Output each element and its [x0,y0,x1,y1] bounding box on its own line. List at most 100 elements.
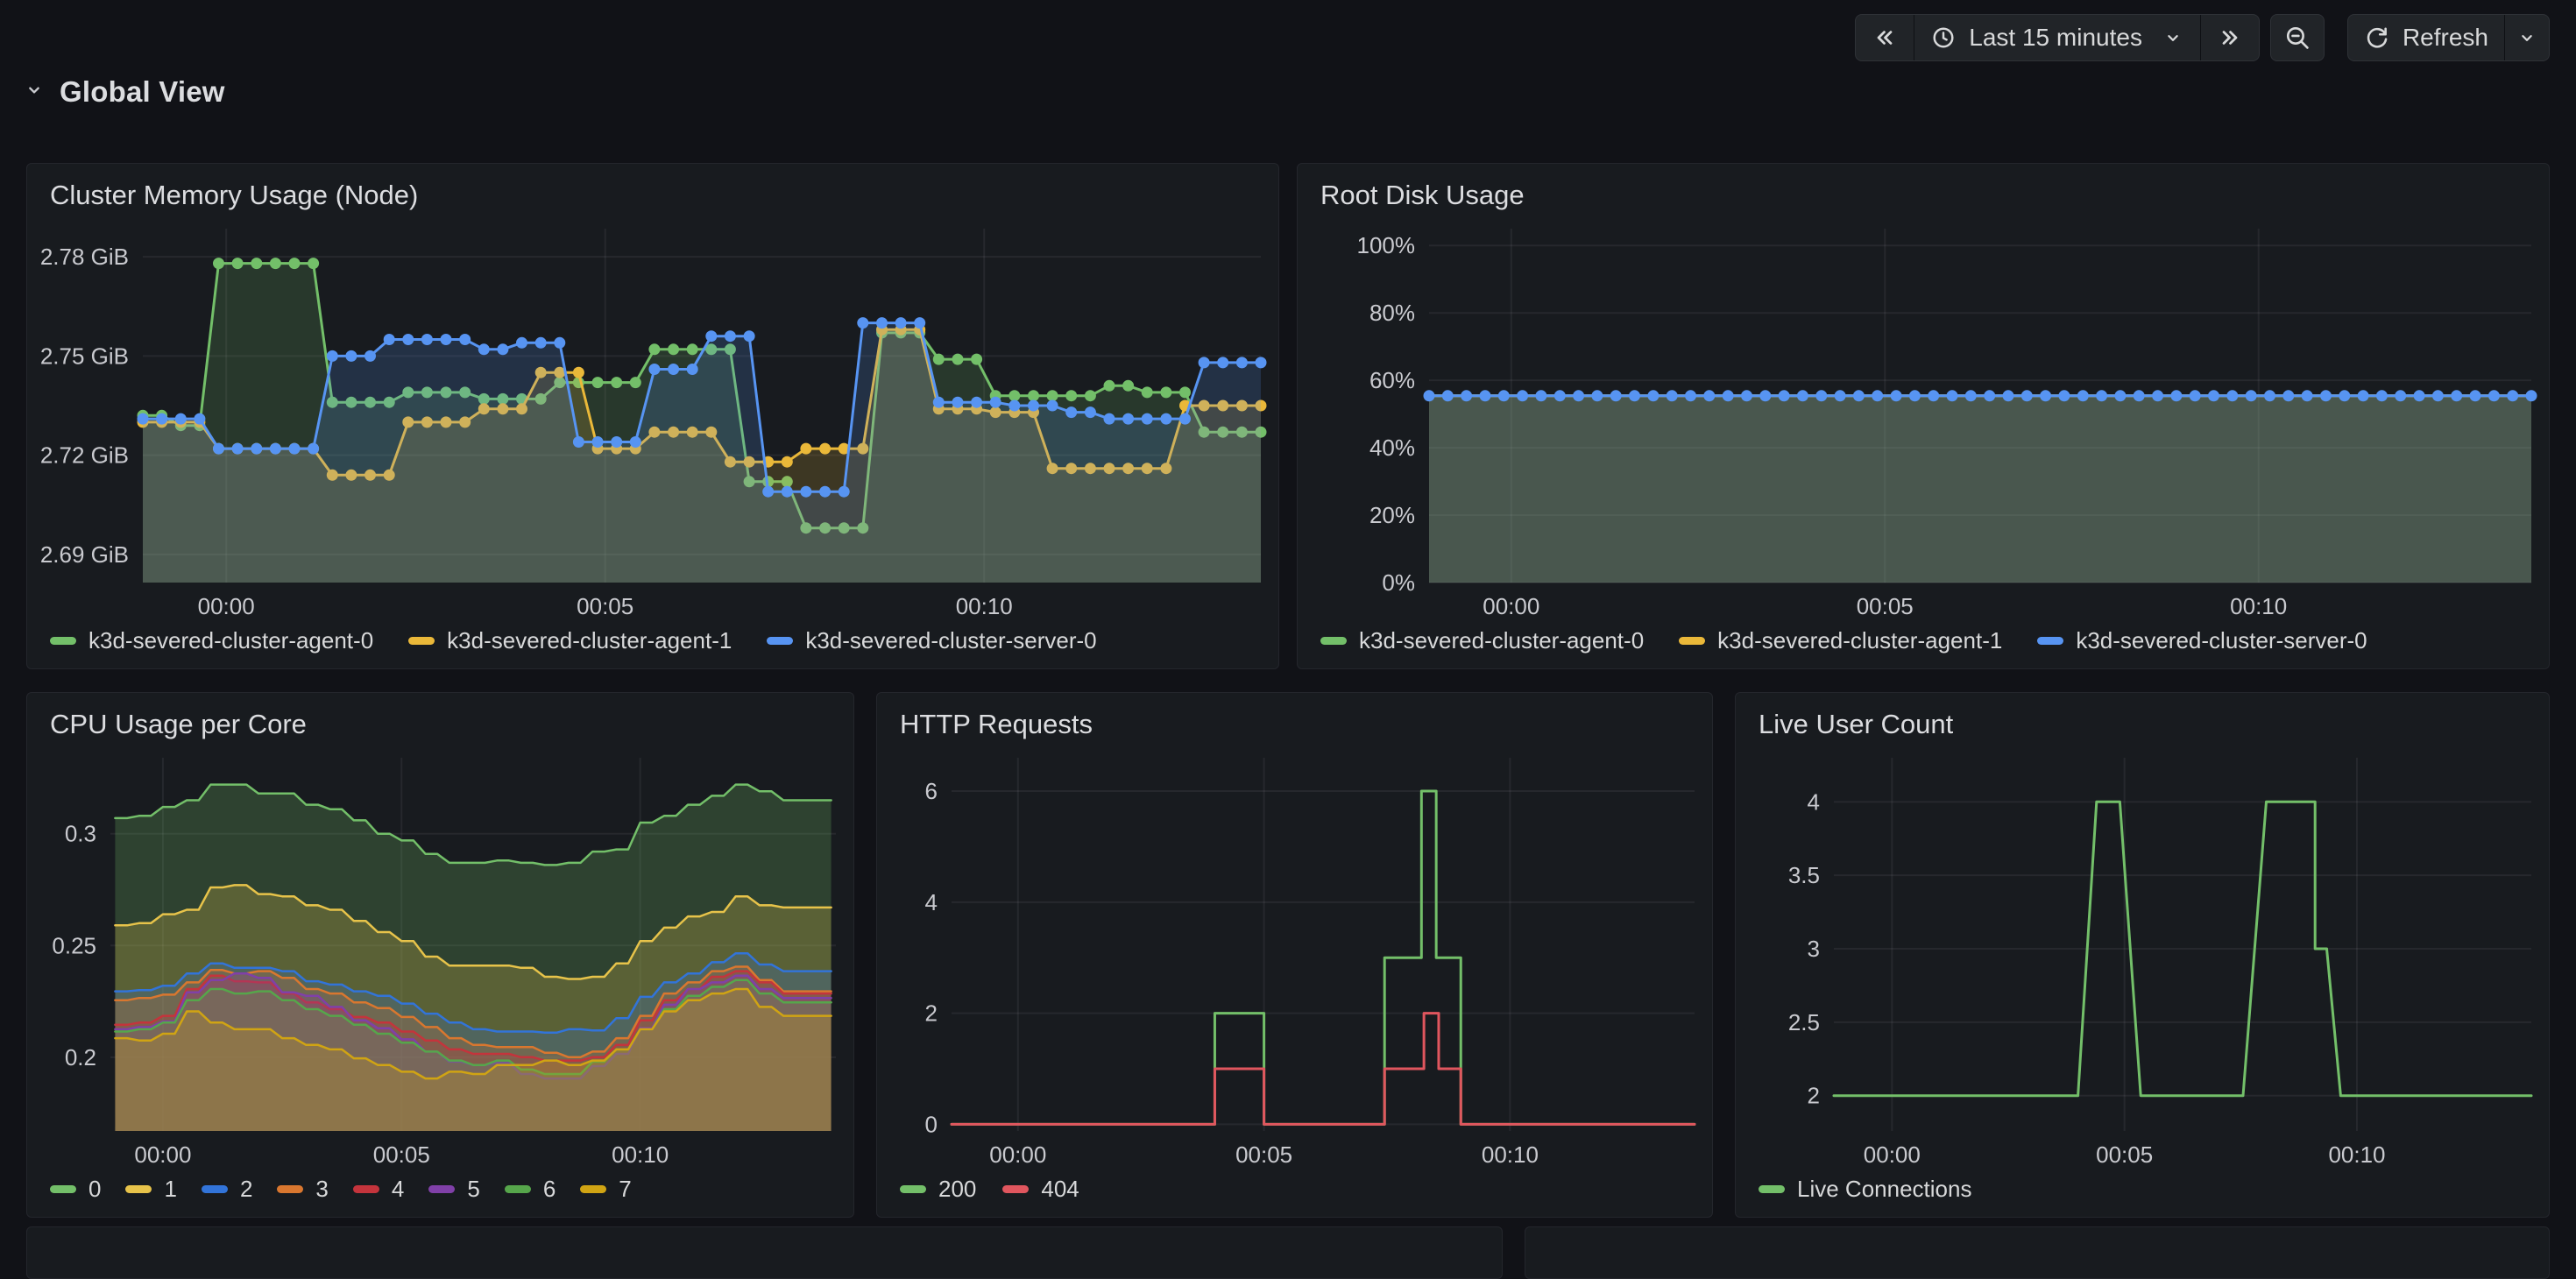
legend: 200 404 [877,1169,1712,1208]
legend-item[interactable]: 7 [580,1176,631,1203]
refresh-group: Refresh [2347,14,2550,61]
legend-item[interactable]: 200 [900,1176,976,1203]
legend-label: k3d-severed-cluster-server-0 [2076,627,2367,654]
legend-item[interactable]: 0 [50,1176,101,1203]
legend-label: 2 [240,1176,252,1203]
legend: 0 1 2 3 4 5 6 7 [27,1169,853,1208]
svg-text:2: 2 [925,1000,938,1027]
zoom-out-button[interactable] [2271,15,2324,60]
svg-text:2.75 GiB: 2.75 GiB [40,343,129,369]
legend-item[interactable]: k3d-severed-cluster-agent-1 [1679,627,2002,654]
legend-item[interactable]: k3d-severed-cluster-server-0 [2037,627,2367,654]
legend-item[interactable]: Live Connections [1759,1176,1971,1203]
svg-text:2: 2 [1808,1083,1820,1109]
double-chevron-left-icon [1872,25,1898,51]
refresh-label: Refresh [2403,24,2488,52]
svg-text:00:05: 00:05 [1235,1141,1292,1168]
svg-text:00:05: 00:05 [1857,593,1914,619]
svg-text:00:10: 00:10 [956,593,1013,619]
panel-partial-right [1525,1226,2550,1279]
legend-swatch [1002,1185,1029,1193]
svg-text:4: 4 [1808,788,1820,815]
svg-text:00:05: 00:05 [373,1141,430,1168]
svg-text:00:10: 00:10 [2328,1141,2385,1168]
svg-text:4: 4 [925,889,938,915]
svg-text:0: 0 [925,1111,938,1137]
panel-live-user-count: Live User Count 22.533.5400:0000:0500:10… [1735,692,2550,1218]
legend-label: 0 [88,1176,101,1203]
svg-text:3: 3 [1808,936,1820,962]
panel-title: HTTP Requests [877,705,1712,744]
legend-swatch [50,1185,76,1193]
svg-text:00:00: 00:00 [198,593,255,619]
refresh-button[interactable]: Refresh [2348,15,2504,60]
chart-cluster-memory[interactable]: 2.69 GiB2.72 GiB2.75 GiB2.78 GiB00:0000:… [27,215,1273,621]
legend-item[interactable]: k3d-severed-cluster-server-0 [767,627,1096,654]
legend-label: 4 [392,1176,404,1203]
svg-text:00:00: 00:00 [134,1141,191,1168]
legend-swatch [580,1185,606,1193]
legend-label: k3d-severed-cluster-agent-0 [88,627,373,654]
svg-text:100%: 100% [1357,232,1416,258]
legend: k3d-severed-cluster-agent-0 k3d-severed-c… [27,621,1278,660]
svg-text:00:10: 00:10 [1482,1141,1539,1168]
legend-swatch [353,1185,379,1193]
legend-item[interactable]: 1 [125,1176,176,1203]
time-range-label: Last 15 minutes [1969,24,2142,52]
legend-label: k3d-severed-cluster-agent-1 [447,627,732,654]
legend-swatch [125,1185,152,1193]
legend-swatch [900,1185,926,1193]
chart-root-disk[interactable]: 0%20%40%60%80%100%00:0000:0500:10 [1298,215,2544,621]
legend-item[interactable]: 2 [202,1176,252,1203]
legend-label: 5 [467,1176,479,1203]
legend-item[interactable]: k3d-severed-cluster-agent-0 [50,627,373,654]
dashboard-toolbar: Last 15 minutes Refresh [1855,14,2550,61]
svg-text:00:00: 00:00 [1864,1141,1921,1168]
legend-label: 6 [543,1176,556,1203]
legend-item[interactable]: 5 [428,1176,479,1203]
refresh-interval-dropdown[interactable] [2504,15,2549,60]
chart-http-requests[interactable]: 0 2 4 6 00:00 00:05 00:10 [877,744,1707,1169]
svg-text:00:10: 00:10 [2230,593,2287,619]
svg-text:00:00: 00:00 [1483,593,1539,619]
dashboard-grid: Cluster Memory Usage (Node) 2.69 GiB2.72… [26,163,2550,1279]
legend-item[interactable]: 6 [505,1176,556,1203]
svg-text:00:05: 00:05 [2096,1141,2153,1168]
legend-item[interactable]: 404 [1002,1176,1079,1203]
chevron-down-icon [23,79,46,106]
legend-item[interactable]: k3d-severed-cluster-agent-0 [1320,627,1644,654]
panel-root-disk: Root Disk Usage 0%20%40%60%80%100%00:000… [1297,163,2550,669]
panel-title: Live User Count [1736,705,2549,744]
legend-label: 404 [1041,1176,1079,1203]
panel-partial-left [26,1226,1503,1279]
clock-icon [1930,25,1957,51]
chart-cpu-per-core[interactable]: 0.20.250.300:0000:0500:10 [27,744,848,1169]
panel-title: Root Disk Usage [1298,176,2549,215]
svg-text:00:00: 00:00 [989,1141,1046,1168]
legend-item[interactable]: 3 [277,1176,328,1203]
legend-label: 1 [164,1176,176,1203]
legend-swatch [1320,637,1347,645]
time-range-button[interactable]: Last 15 minutes [1914,15,2200,60]
svg-text:20%: 20% [1369,502,1415,528]
legend-label: 3 [315,1176,328,1203]
time-shift-back-button[interactable] [1856,15,1914,60]
legend-swatch [50,637,76,645]
legend-swatch [428,1185,455,1193]
legend-label: 200 [938,1176,976,1203]
legend-item[interactable]: k3d-severed-cluster-agent-1 [408,627,732,654]
svg-text:6: 6 [925,778,938,804]
legend-label: k3d-severed-cluster-agent-0 [1359,627,1644,654]
legend-label: 7 [619,1176,631,1203]
svg-text:2.78 GiB: 2.78 GiB [40,244,129,270]
svg-text:2.72 GiB: 2.72 GiB [40,442,129,469]
legend-item[interactable]: 4 [353,1176,404,1203]
legend-swatch [408,637,435,645]
refresh-icon [2364,25,2390,51]
legend-swatch [767,637,793,645]
panel-http-requests: HTTP Requests 0 2 4 6 00:00 00:05 00:10 200 404 [876,692,1713,1218]
double-chevron-right-icon [2217,25,2243,51]
row-global-view-toggle[interactable]: Global View [23,75,225,109]
chart-live-user-count[interactable]: 22.533.5400:0000:0500:10 [1736,744,2544,1169]
time-shift-forward-button[interactable] [2200,15,2259,60]
